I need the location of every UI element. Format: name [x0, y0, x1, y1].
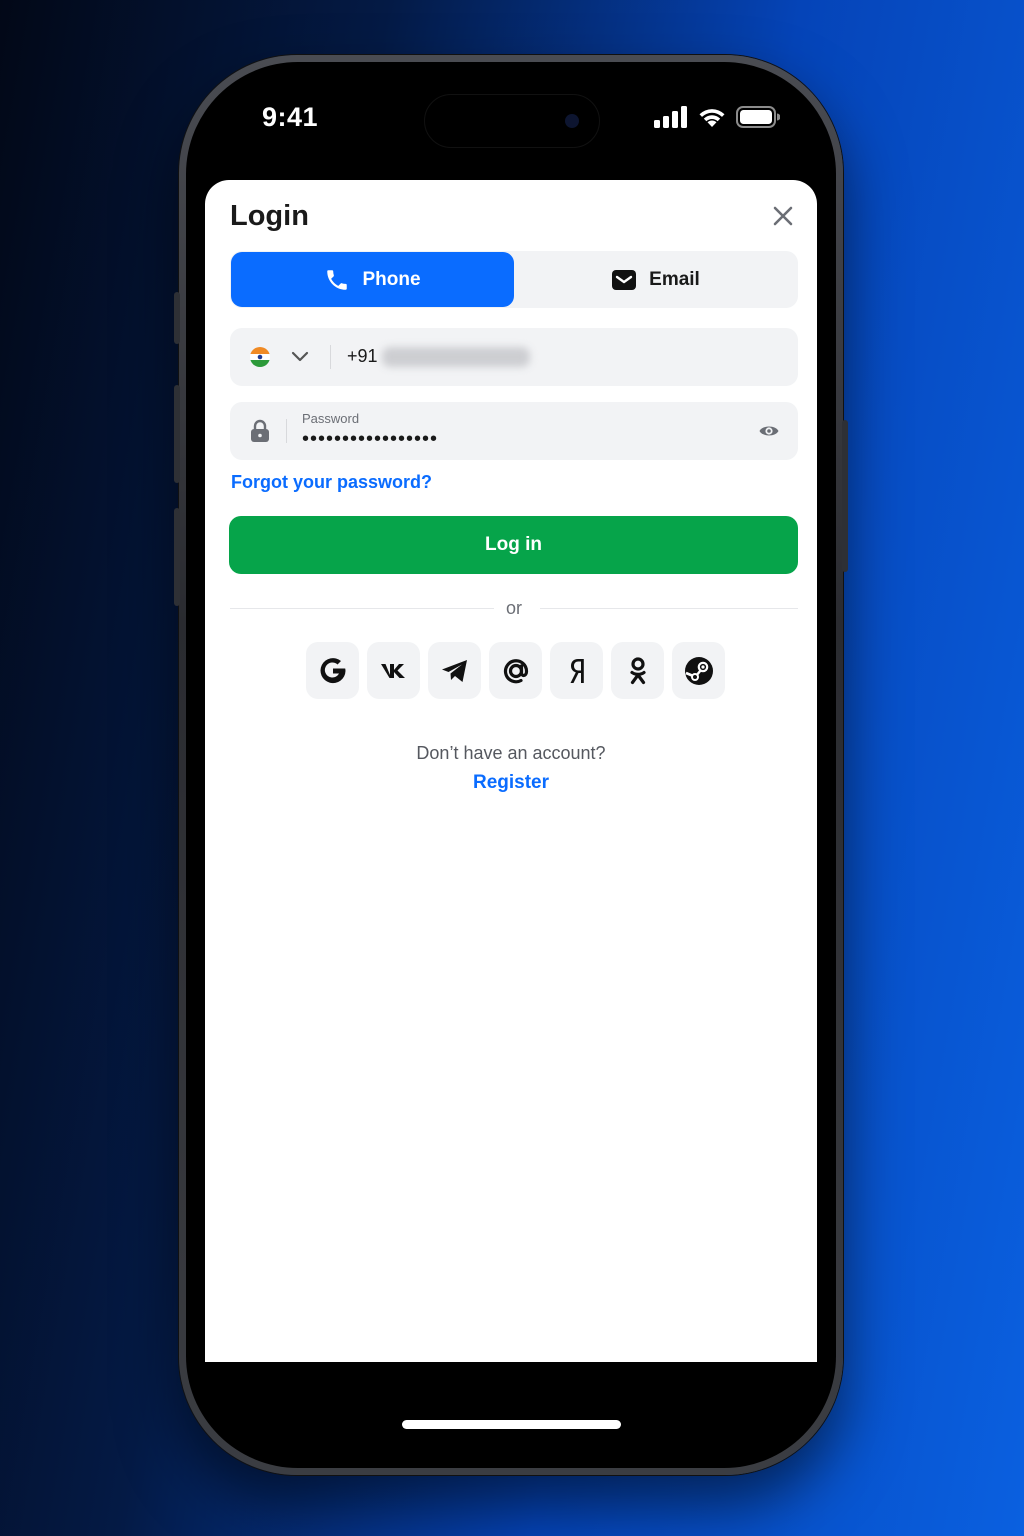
battery-icon	[736, 106, 780, 128]
close-icon	[773, 206, 793, 226]
tab-email[interactable]: Email	[514, 252, 797, 307]
dial-code: +91	[347, 346, 378, 366]
steam-login-button[interactable]	[672, 642, 725, 699]
social-login-row	[306, 642, 725, 699]
field-divider	[330, 345, 331, 369]
google-login-button[interactable]	[306, 642, 359, 699]
login-sheet: Login Phone Email +91 Password •••••••••…	[205, 180, 817, 1362]
steam-icon	[684, 656, 713, 685]
wifi-icon	[699, 109, 725, 127]
register-row: Register	[205, 772, 817, 794]
register-link[interactable]: Register	[473, 772, 549, 793]
login-button[interactable]: Log in	[229, 516, 798, 574]
status-icons	[654, 106, 780, 128]
phone-number-redacted	[382, 347, 530, 367]
telegram-icon	[441, 659, 467, 682]
mute-switch	[174, 292, 180, 344]
odnoklassniki-login-button[interactable]	[611, 642, 664, 699]
no-account-text: Don’t have an account?	[416, 743, 606, 763]
vk-login-button[interactable]	[367, 642, 420, 699]
page-title: Login	[230, 200, 309, 232]
mail-icon	[612, 269, 637, 290]
vk-icon	[380, 663, 405, 678]
volume-up-button	[174, 385, 180, 483]
eye-icon[interactable]	[758, 420, 780, 442]
password-field[interactable]: Password •••••••••••••••••	[230, 402, 798, 460]
forgot-password-link[interactable]: Forgot your password?	[231, 472, 432, 493]
mail-ru-login-button[interactable]	[489, 642, 542, 699]
yandex-login-button[interactable]	[550, 642, 603, 699]
login-method-tabs: Phone Email	[230, 251, 798, 308]
or-text: or	[505, 598, 522, 618]
odnoklassniki-icon	[629, 656, 646, 684]
phone-screen: 9:41 Login Phone Email +91 Password ••••…	[192, 68, 830, 1462]
password-value: •••••••••••••••••	[302, 428, 439, 450]
power-button	[842, 420, 848, 572]
cellular-signal-icon	[654, 106, 687, 128]
tab-phone[interactable]: Phone	[231, 252, 514, 307]
chevron-down-icon[interactable]	[290, 348, 310, 366]
tab-phone-label: Phone	[362, 268, 421, 290]
mail-ru-icon	[503, 658, 528, 683]
yandex-icon	[570, 658, 584, 683]
status-time: 9:41	[262, 102, 319, 132]
phone-icon	[327, 269, 348, 290]
india-flag-icon[interactable]	[250, 347, 270, 367]
or-divider: or	[230, 594, 798, 622]
field-divider	[286, 419, 287, 443]
password-label: Password	[302, 411, 360, 426]
dynamic-island	[424, 94, 600, 148]
volume-down-button	[174, 508, 180, 606]
lock-icon	[251, 419, 269, 442]
close-button[interactable]	[771, 204, 795, 228]
home-indicator[interactable]	[402, 1420, 621, 1429]
telegram-login-button[interactable]	[428, 642, 481, 699]
phone-number-field[interactable]: +91	[230, 328, 798, 386]
front-camera	[565, 114, 579, 128]
tab-email-label: Email	[649, 268, 700, 290]
google-icon	[320, 657, 345, 683]
